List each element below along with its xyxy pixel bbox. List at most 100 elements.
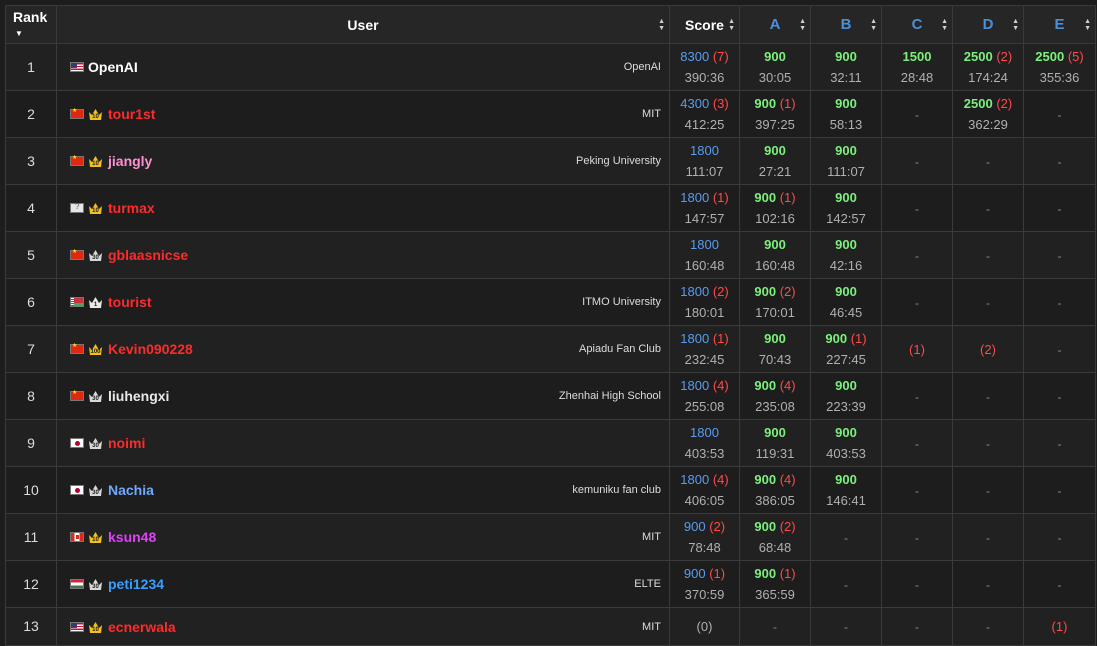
problem-c-cell[interactable]: - xyxy=(881,607,953,646)
problem-a-cell[interactable]: 900 30:05 xyxy=(739,43,811,91)
problem-c-cell[interactable]: - xyxy=(881,278,953,326)
problem-b-cell[interactable]: - xyxy=(810,607,882,646)
problem-e-cell[interactable]: - xyxy=(1023,137,1096,185)
problem-d-cell[interactable]: - xyxy=(952,278,1024,326)
problem-b-cell[interactable]: 900 (1) 227:45 xyxy=(810,325,882,373)
problem-c-cell[interactable]: - xyxy=(881,419,953,467)
problem-b-cell[interactable]: 900 111:07 xyxy=(810,137,882,185)
problem-d-cell[interactable]: 2500 (2) 362:29 xyxy=(952,90,1024,138)
problem-a-cell[interactable]: 900 (1) 397:25 xyxy=(739,90,811,138)
problem-e-cell[interactable]: - xyxy=(1023,184,1096,232)
problem-e-cell[interactable]: - xyxy=(1023,560,1096,608)
problem-c-cell[interactable]: - xyxy=(881,372,953,420)
problem-a-cell[interactable]: 900 27:21 xyxy=(739,137,811,185)
sort-icon[interactable]: ▲ ▼ xyxy=(728,18,735,32)
problem-d-cell[interactable]: - xyxy=(952,184,1024,232)
username-link[interactable]: ksun48 xyxy=(108,529,156,545)
sort-icon[interactable]: ▲ ▼ xyxy=(1012,18,1019,32)
problem-a-cell[interactable]: 900 (1) 102:16 xyxy=(739,184,811,232)
problem-e-cell[interactable]: 2500 (5) 355:36 xyxy=(1023,43,1096,91)
user-cell: 30 Nachia kemuniku fan club xyxy=(56,466,670,514)
problem-c-cell[interactable]: - xyxy=(881,137,953,185)
problem-b-cell[interactable]: 900 142:57 xyxy=(810,184,882,232)
username-link[interactable]: Nachia xyxy=(108,482,154,498)
table-row: 1 OpenAI OpenAI 8300 (7) 390:36 900 30:05 900 32… xyxy=(5,43,1096,91)
problem-b-cell[interactable]: 900 42:16 xyxy=(810,231,882,279)
problem-c-cell[interactable]: 1500 28:48 xyxy=(881,43,953,91)
problem-a-cell[interactable]: 900 (2) 68:48 xyxy=(739,513,811,561)
problem-a-cell[interactable]: 900 160:48 xyxy=(739,231,811,279)
problem-c-cell[interactable]: - xyxy=(881,184,953,232)
problem-b-cell[interactable]: 900 46:45 xyxy=(810,278,882,326)
sort-icon[interactable]: ▲ ▼ xyxy=(799,18,806,32)
problem-d-cell[interactable]: - xyxy=(952,560,1024,608)
problem-a-cell[interactable]: 900 70:43 xyxy=(739,325,811,373)
problem-b-cell[interactable]: 900 146:41 xyxy=(810,466,882,514)
user-column-header[interactable]: User ▲ ▼ xyxy=(56,5,670,44)
score-column-header[interactable]: Score ▲ ▼ xyxy=(669,5,740,44)
problem-b-cell[interactable]: - xyxy=(810,560,882,608)
problem-d-cell[interactable]: - xyxy=(952,372,1024,420)
username-link[interactable]: noimi xyxy=(108,435,145,451)
problem-a-cell[interactable]: 900 (2) 170:01 xyxy=(739,278,811,326)
problem-d-cell[interactable]: - xyxy=(952,137,1024,185)
problem-d-header[interactable]: D ▲ ▼ xyxy=(952,5,1024,44)
sort-icon[interactable]: ▲ ▼ xyxy=(1084,18,1091,32)
problem-d-cell[interactable]: - xyxy=(952,419,1024,467)
problem-d-cell[interactable]: - xyxy=(952,513,1024,561)
problem-d-cell[interactable]: (2) xyxy=(952,325,1024,373)
problem-c-cell[interactable]: - xyxy=(881,231,953,279)
problem-c-cell[interactable]: - xyxy=(881,90,953,138)
problem-e-header[interactable]: E ▲ ▼ xyxy=(1023,5,1096,44)
problem-c-cell[interactable]: - xyxy=(881,560,953,608)
problem-a-cell[interactable]: - xyxy=(739,607,811,646)
problem-e-cell[interactable]: - xyxy=(1023,231,1096,279)
problem-c-cell[interactable]: - xyxy=(881,513,953,561)
sort-icon[interactable]: ▲ ▼ xyxy=(870,18,877,32)
problem-e-cell[interactable]: - xyxy=(1023,325,1096,373)
problem-e-cell[interactable]: - xyxy=(1023,419,1096,467)
username-link[interactable]: gblaasnicse xyxy=(108,247,188,263)
problem-a-cell[interactable]: 900 (4) 386:05 xyxy=(739,466,811,514)
problem-a-header[interactable]: A ▲ ▼ xyxy=(739,5,811,44)
problem-e-cell[interactable]: - xyxy=(1023,372,1096,420)
problem-a-cell[interactable]: 900 119:31 xyxy=(739,419,811,467)
problem-e-cell[interactable]: - xyxy=(1023,466,1096,514)
problem-d-cell[interactable]: 2500 (2) 174:24 xyxy=(952,43,1024,91)
username-link[interactable]: jiangly xyxy=(108,153,152,169)
problem-a-cell[interactable]: 900 (4) 235:08 xyxy=(739,372,811,420)
sort-icon[interactable]: ▲ ▼ xyxy=(658,18,665,32)
problem-d-cell[interactable]: - xyxy=(952,231,1024,279)
username-link[interactable]: turmax xyxy=(108,200,155,216)
problem-b-cell[interactable]: 900 58:13 xyxy=(810,90,882,138)
organization: OpenAI xyxy=(623,61,661,73)
rank-cell: 7 xyxy=(5,325,57,373)
problem-a-cell[interactable]: 900 (1) 365:59 xyxy=(739,560,811,608)
problem-c-cell[interactable]: - xyxy=(881,466,953,514)
username-link[interactable]: peti1234 xyxy=(108,576,164,592)
score-time: 111:07 xyxy=(685,164,724,179)
problem-e-cell[interactable]: - xyxy=(1023,513,1096,561)
problem-e-cell[interactable]: - xyxy=(1023,90,1096,138)
username-link[interactable]: liuhengxi xyxy=(108,388,169,404)
problem-c-header[interactable]: C ▲ ▼ xyxy=(881,5,953,44)
problem-b-cell[interactable]: 900 223:39 xyxy=(810,372,882,420)
problem-e-cell[interactable]: (1) xyxy=(1023,607,1096,646)
username-link[interactable]: OpenAI xyxy=(88,59,138,75)
problem-b-cell[interactable]: - xyxy=(810,513,882,561)
crown-level: 10 xyxy=(92,208,99,214)
username-link[interactable]: tour1st xyxy=(108,106,155,122)
sort-icon[interactable]: ▲ ▼ xyxy=(941,18,948,32)
username-link[interactable]: tourist xyxy=(108,294,152,310)
problem-d-cell[interactable]: - xyxy=(952,466,1024,514)
problem-e-cell[interactable]: - xyxy=(1023,278,1096,326)
username-link[interactable]: Kevin090228 xyxy=(108,341,193,357)
problem-b-cell[interactable]: 900 32:11 xyxy=(810,43,882,91)
problem-b-header[interactable]: B ▲ ▼ xyxy=(810,5,882,44)
problem-d-cell[interactable]: - xyxy=(952,607,1024,646)
username-link[interactable]: ecnerwala xyxy=(108,619,176,635)
score-cell: 1800 (1) 147:57 xyxy=(669,184,740,232)
rank-column-header[interactable]: Rank ▼ xyxy=(5,5,57,44)
problem-c-cell[interactable]: (1) xyxy=(881,325,953,373)
problem-b-cell[interactable]: 900 403:53 xyxy=(810,419,882,467)
